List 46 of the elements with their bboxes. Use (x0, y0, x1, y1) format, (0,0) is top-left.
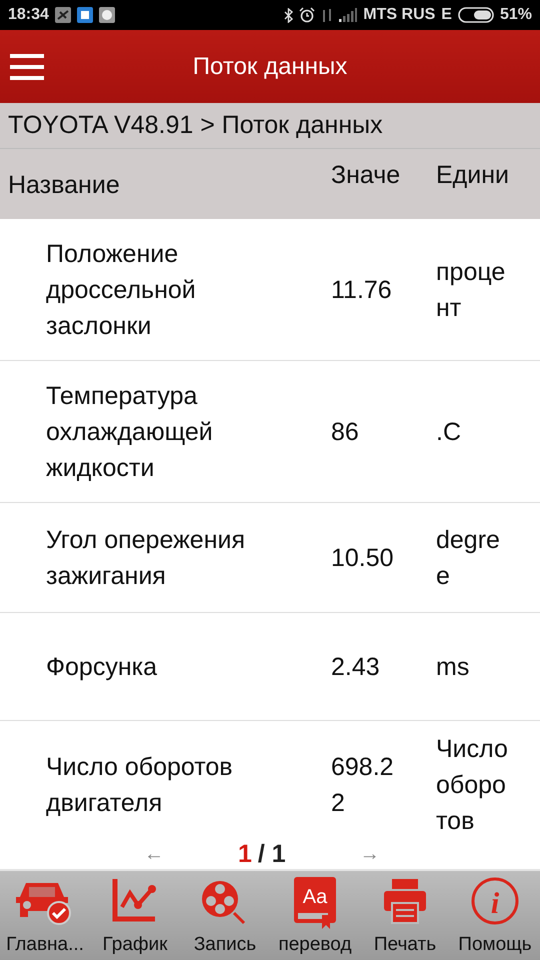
parameter-unit: .C (436, 416, 462, 448)
column-header: Едини (436, 160, 510, 190)
battery-icon (458, 7, 494, 23)
app-notification-icon (54, 7, 71, 23)
parameter-value: 86 (331, 416, 360, 448)
parameter-value: 2.43 (331, 652, 381, 682)
menu-icon (10, 54, 44, 80)
signal-icon (339, 8, 358, 22)
current-page: 1 (238, 840, 252, 868)
parameter-name: Температура охлаждающей жидкости (45, 380, 214, 484)
nav-button[interactable]: График (90, 875, 180, 960)
nav-button[interactable]: i Помощь (450, 875, 540, 960)
parameter-value: 11.76 (331, 274, 393, 306)
page-total: / 1 (258, 840, 286, 868)
status-time: 18:34 (8, 6, 49, 24)
network-type: E (441, 6, 452, 24)
previous-page-button[interactable]: ← (140, 842, 168, 866)
parameter-name: Угол опережения зажигания (45, 524, 246, 592)
column-header: Название (7, 170, 121, 200)
line-chart-icon (112, 877, 158, 923)
nav-button[interactable]: Запись (180, 875, 270, 960)
screen-title: Поток данных (192, 52, 348, 80)
alarm-icon (299, 7, 316, 23)
nav-button[interactable]: Aa перевод (270, 875, 360, 960)
menu-button[interactable] (10, 54, 44, 80)
parameter-unit: ms (436, 652, 470, 682)
column-header: Значе (331, 160, 402, 190)
parameter-name: Число оборотов двигателя (45, 752, 234, 819)
next-page-button[interactable]: → (356, 842, 384, 866)
parameter-unit: процент (436, 256, 506, 324)
breadcrumb: TOYOTA V48.91 > Поток данных (0, 103, 540, 149)
parameter-value: 10.50 (331, 542, 395, 574)
printer-icon (382, 877, 428, 925)
parameter-unit: degree (436, 524, 501, 592)
app-notification-icon (76, 7, 93, 23)
nav-button[interactable]: Главна... (0, 875, 90, 960)
app-notification-icon (98, 7, 115, 23)
parameter-name: Форсунка (45, 652, 158, 682)
parameter-unit: Число оборотов (436, 734, 509, 837)
info-icon: i (471, 877, 519, 925)
parameter-value: 698.22 (331, 752, 395, 819)
parameter-name: Положение дроссельной заслонки (45, 238, 197, 342)
battery-percent: 51% (500, 6, 532, 24)
bluetooth-icon (284, 8, 294, 22)
carrier-name: MTS RUS (363, 6, 436, 24)
nav-button[interactable]: Печать (360, 875, 450, 960)
